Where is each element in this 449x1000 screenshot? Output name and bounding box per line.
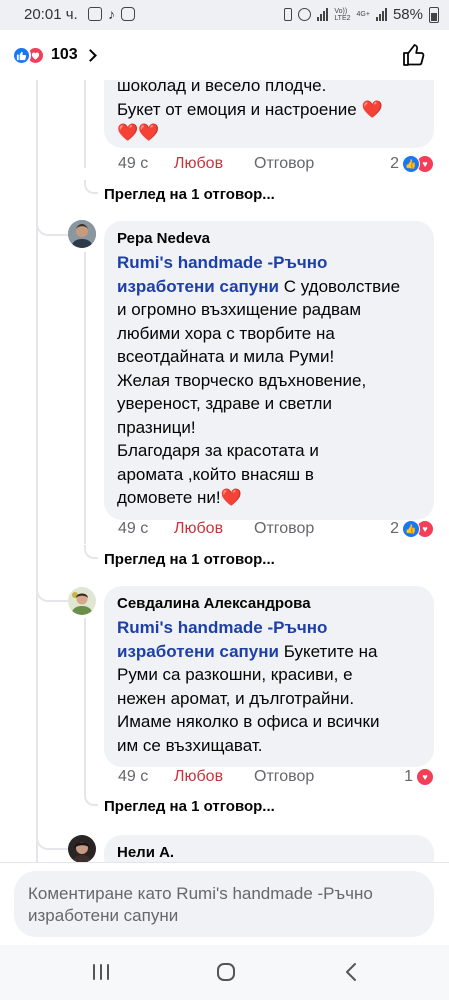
recent-apps-icon — [93, 964, 109, 980]
reply-button[interactable]: Отговор — [254, 768, 314, 786]
comment-body: Rumi's handmade -Ръчно изработени сапуни… — [117, 618, 380, 755]
like-post-button[interactable] — [401, 42, 427, 68]
comments-list: шоколад и весело плодче. Букет от емоция… — [0, 80, 449, 862]
reply-thread-line — [84, 252, 86, 544]
reply-connector — [84, 180, 98, 194]
comment-author[interactable]: Рера Nedeva — [117, 229, 422, 249]
comment-author[interactable]: Нели А. — [117, 843, 422, 862]
battery-icon — [429, 6, 439, 23]
status-time: 20:01 ч. — [24, 6, 78, 23]
page-mention[interactable]: Rumi's handmade -Ръчно — [117, 618, 327, 637]
reaction-count: 103 — [51, 46, 78, 63]
like-reaction-icon: 👍 — [402, 155, 420, 173]
wifi-signal-icon — [317, 8, 329, 21]
comment-time: 49 с — [118, 768, 149, 785]
comment-text-line: ❤️❤️ — [117, 121, 422, 145]
avatar[interactable] — [68, 587, 96, 615]
comment-connector — [36, 586, 68, 602]
screen: 20:01 ч. ♪ Vo)) LTE2 4G+ 58% 103 шоколад… — [0, 0, 449, 1000]
comment-bubble[interactable]: шоколад и весело плодче. Букет от емоция… — [104, 80, 434, 148]
recent-apps-button[interactable] — [87, 960, 115, 984]
view-replies-button[interactable]: Преглед на 1 отговор... — [104, 798, 275, 815]
reply-button[interactable]: Отговор — [254, 155, 314, 173]
avatar[interactable] — [68, 835, 96, 862]
status-left-icons: ♪ — [88, 7, 135, 21]
love-action-button[interactable]: Любов — [174, 155, 223, 173]
instagram-notification-icon — [121, 7, 135, 21]
comment-composer-bar: Коментиране като Rumi's handmade -Ръчно … — [0, 862, 449, 945]
comment-input-placeholder: изработени сапуни — [28, 906, 179, 925]
home-icon — [217, 963, 235, 981]
battery-saver-icon — [284, 8, 293, 21]
comment-time: 49 с — [118, 520, 149, 537]
tiktok-notification-icon: ♪ — [108, 6, 115, 22]
reply-connector — [84, 545, 98, 559]
view-replies-button[interactable]: Преглед на 1 отговор... — [104, 551, 275, 568]
back-button[interactable] — [338, 960, 366, 984]
reply-connector — [84, 792, 98, 806]
page-mention[interactable]: изработени сапуни — [117, 277, 279, 296]
heart-emoji-icon: ❤️ — [361, 99, 383, 119]
comment-reaction-count: 2 — [390, 520, 399, 537]
comment-author[interactable]: Севдалина Александрова — [117, 594, 422, 614]
view-replies-button[interactable]: Преглед на 1 отговор... — [104, 186, 275, 203]
reactions-summary-button[interactable]: 103 — [12, 43, 97, 67]
volte-indicator: Vo)) LTE2 — [334, 7, 351, 22]
like-reaction-icon — [12, 45, 31, 65]
reply-thread-line — [84, 80, 86, 168]
love-action-button[interactable]: Любов — [174, 768, 223, 786]
home-button[interactable] — [212, 960, 240, 984]
status-bar: 20:01 ч. ♪ Vo)) LTE2 4G+ 58% — [0, 0, 449, 30]
battery-percent: 58% — [392, 6, 423, 23]
comment-actions: 49 с Любов Отговор 2 👍 ♥ — [118, 155, 438, 177]
comment-text-line: шоколад и весело плодче. — [117, 80, 327, 95]
love-action-button[interactable]: Любов — [174, 520, 223, 538]
comment-input[interactable]: Коментиране като Rumi's handmade -Ръчно … — [14, 871, 434, 937]
comment-reactions[interactable]: 2 👍 ♥ — [390, 155, 434, 173]
alarm-icon — [298, 8, 312, 21]
comment-actions: 49 с Любов Отговор 2 👍 ♥ — [118, 520, 438, 542]
like-reaction-icon: 👍 — [402, 520, 420, 538]
gallery-notification-icon — [88, 7, 102, 21]
comment-connector — [36, 220, 68, 236]
system-nav-bar — [0, 945, 449, 1000]
status-right: Vo)) LTE2 4G+ 58% — [284, 6, 439, 23]
comment-text-line: Букет от емоция и настроение ❤️ — [117, 99, 383, 119]
comment-reaction-count: 1 — [404, 768, 413, 785]
reply-thread-line — [84, 618, 86, 793]
comment-bubble[interactable]: Севдалина Александрова Rumi's handmade -… — [104, 586, 434, 767]
back-icon — [346, 963, 356, 981]
reply-button[interactable]: Отговор — [254, 520, 314, 538]
love-reaction-icon: ♥ — [416, 768, 434, 786]
chevron-right-icon — [83, 48, 97, 62]
heart-emoji-icon: ❤️❤️ — [117, 123, 160, 142]
comment-bubble[interactable]: Нели А. — [104, 835, 434, 862]
comment-time: 49 с — [118, 155, 149, 172]
comment-body: Rumi's handmade -Ръчно изработени сапуни… — [117, 253, 401, 507]
comment-bubble[interactable]: Рера Nedeva Rumi's handmade -Ръчно израб… — [104, 221, 434, 520]
comment-reaction-count: 2 — [390, 155, 399, 172]
comment-reactions[interactable]: 2 👍 ♥ — [390, 520, 434, 538]
comment-input-placeholder: Коментиране като Rumi's handmade -Ръчно — [28, 884, 373, 903]
4g-indicator: 4G+ — [356, 11, 370, 18]
avatar[interactable] — [68, 220, 96, 248]
comment-actions: 49 с Любов Отговор 1 ♥ — [118, 768, 438, 790]
thread-line — [36, 80, 38, 862]
page-mention[interactable]: Rumi's handmade -Ръчно — [117, 253, 327, 272]
reactions-header: 103 — [0, 30, 449, 80]
comment-connector — [36, 834, 68, 850]
heart-emoji-icon: ❤️ — [220, 488, 242, 507]
comment-reactions[interactable]: 1 ♥ — [404, 768, 434, 786]
cell-signal-icon — [375, 8, 387, 21]
thumbs-up-icon — [403, 44, 425, 66]
page-mention[interactable]: изработени сапуни — [117, 642, 279, 661]
